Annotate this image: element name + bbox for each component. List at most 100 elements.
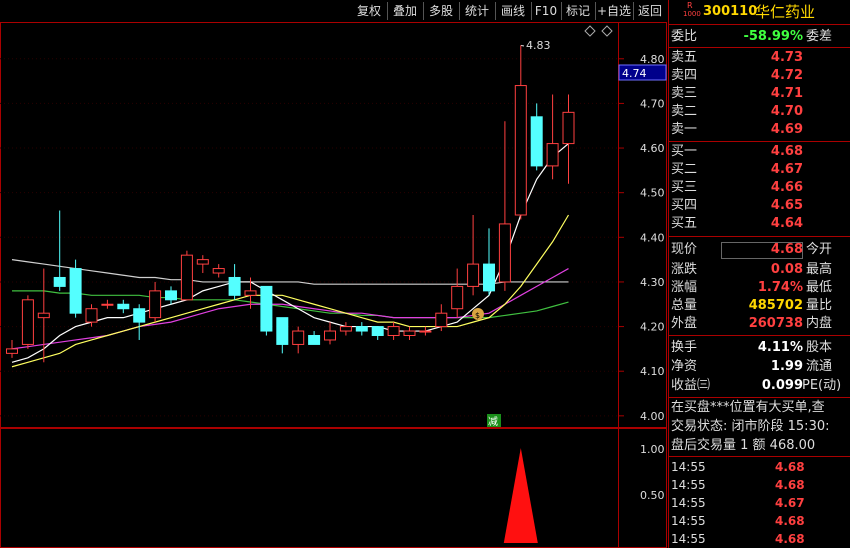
candle-body [292,330,305,345]
candle-body [260,285,273,332]
tick-row: 14:55 4.67 [669,494,850,512]
stat-value: 4.11% [757,340,803,355]
toolbar-button-multi-stock[interactable]: 多股 [424,2,458,20]
toolbar-button-restore-rights[interactable]: 复权 [352,2,386,20]
buy-level[interactable]: 买四 4.65 [669,197,850,215]
buy-level-label: 买五 [671,216,698,231]
price-axis-label: 4.70 [640,97,665,110]
sell-level-price: 4.69 [770,122,803,137]
toolbar-button-mark[interactable]: 标记 [562,2,594,20]
candle-body [244,290,257,296]
candle-body [85,308,98,323]
tick-row: 14:55 4.68 [669,458,850,476]
weicha-label: 委差 [806,29,833,44]
diamond-icon[interactable] [584,25,596,37]
money-bag-icon-glyph: $ [475,311,480,320]
divider [669,24,850,25]
buy-level[interactable]: 买一 4.68 [669,143,850,161]
indicator-panel [503,448,538,543]
quote-right-label: 量比 [806,298,833,313]
candle-body [212,268,225,274]
buy-level[interactable]: 买二 4.67 [669,161,850,179]
quote-value: 485702 [748,298,803,313]
candle-body [387,326,400,337]
main-chart-frame [0,22,667,428]
candle-body [228,276,241,296]
price-axis-label: 4.00 [640,410,665,423]
quote-right-label: 今开 [806,242,833,257]
candle-body [451,285,464,310]
price-axis-label: 4.20 [640,321,665,334]
candle-body [37,312,50,319]
quote-panel: R 1000 300110 华仁药业 委比 -58.99% 委差 卖五 4.73 … [668,0,850,548]
weibi-label: 委比 [671,29,698,44]
tick-time: 14:55 [671,532,706,546]
high-price-marker: 4.83 [526,39,551,52]
buy-level-price: 4.64 [770,216,803,231]
toolbar-button-back[interactable]: 返回 [634,2,666,20]
quote-value: 260738 [748,316,803,331]
toolbar-button-statistics[interactable]: 统计 [460,2,494,20]
quote-row: 涨幅 1.74% 最低 [669,279,850,297]
price-axis-label: 4.10 [640,365,665,378]
divider [669,141,850,142]
sell-level[interactable]: 卖五 4.73 [669,49,850,67]
candle-body [467,263,480,287]
indicator-signal [503,448,538,543]
stock-name: 华仁药业 [755,3,816,21]
quote-right-label: 内盘 [806,316,833,331]
sell-level[interactable]: 卖四 4.72 [669,67,850,85]
quote-right-label: 最低 [806,280,833,295]
quote-value: 1.74% [757,280,803,295]
toolbar-button-add-watchlist[interactable]: +自选 [596,2,632,20]
buy-level-label: 买二 [671,162,698,177]
sell-level-label: 卖五 [671,50,698,65]
toolbar-button-draw-line[interactable]: 画线 [496,2,530,20]
candle-body [180,254,193,301]
quote-right-label: 最高 [806,262,833,277]
price-axis: 4.80 4.70 4.60 4.50 4.40 4.30 4.20 4.10 4.00 [640,53,665,423]
indicator-axis-label: 0.50 [640,489,665,502]
quote-label: 外盘 [671,316,698,331]
weibi-value: -58.99% [743,29,803,44]
current-price-tag-text: 4.74 [622,67,647,80]
divider [669,335,850,336]
candle-body [117,303,130,310]
tick-price: 4.68 [775,478,805,492]
toolbar-button-f10[interactable]: F10 [532,2,560,20]
candle-body [371,326,384,337]
indicator-frame [0,428,667,548]
buy-level-label: 买三 [671,180,698,195]
buy-level[interactable]: 买五 4.64 [669,215,850,233]
candle-body [69,268,82,314]
candle-body [324,330,336,341]
sell-level[interactable]: 卖三 4.71 [669,85,850,103]
quote-label: 总量 [671,298,698,313]
diamond-icon[interactable] [601,25,613,37]
alert-message[interactable]: 在买盘***位置有大买单,查 [669,399,850,417]
candle-body [419,330,432,333]
quote-value: 0.08 [770,262,803,277]
candle-body [435,312,448,328]
tick-time: 14:55 [671,460,706,474]
kline-chart[interactable]: 4.80 4.70 4.60 4.50 4.40 4.30 4.20 4.10 4.00 4.7… [0,22,667,548]
tick-price: 4.68 [775,514,805,528]
sell-level-label: 卖三 [671,86,698,101]
stat-right-label: 股本 [806,340,833,355]
stat-value: 1.99 [770,359,803,374]
candle-body [483,263,495,292]
candle-body [562,111,575,145]
stat-right-label: PE(动) [802,378,842,393]
sell-level-price: 4.71 [770,86,803,101]
toolbar-button-overlay[interactable]: 叠加 [388,2,422,20]
buy-level[interactable]: 买三 4.66 [669,179,850,197]
sell-level[interactable]: 卖一 4.69 [669,121,850,139]
candle-body [101,303,114,306]
sell-level[interactable]: 卖二 4.70 [669,103,850,121]
sell-level-price: 4.70 [770,104,803,119]
candle-body [514,85,527,216]
candle-body [403,330,416,337]
candle-body [546,143,559,167]
tick-time: 14:55 [671,478,706,492]
after-hours-volume: 盘后交易量 1 额 468.00 [669,437,850,455]
